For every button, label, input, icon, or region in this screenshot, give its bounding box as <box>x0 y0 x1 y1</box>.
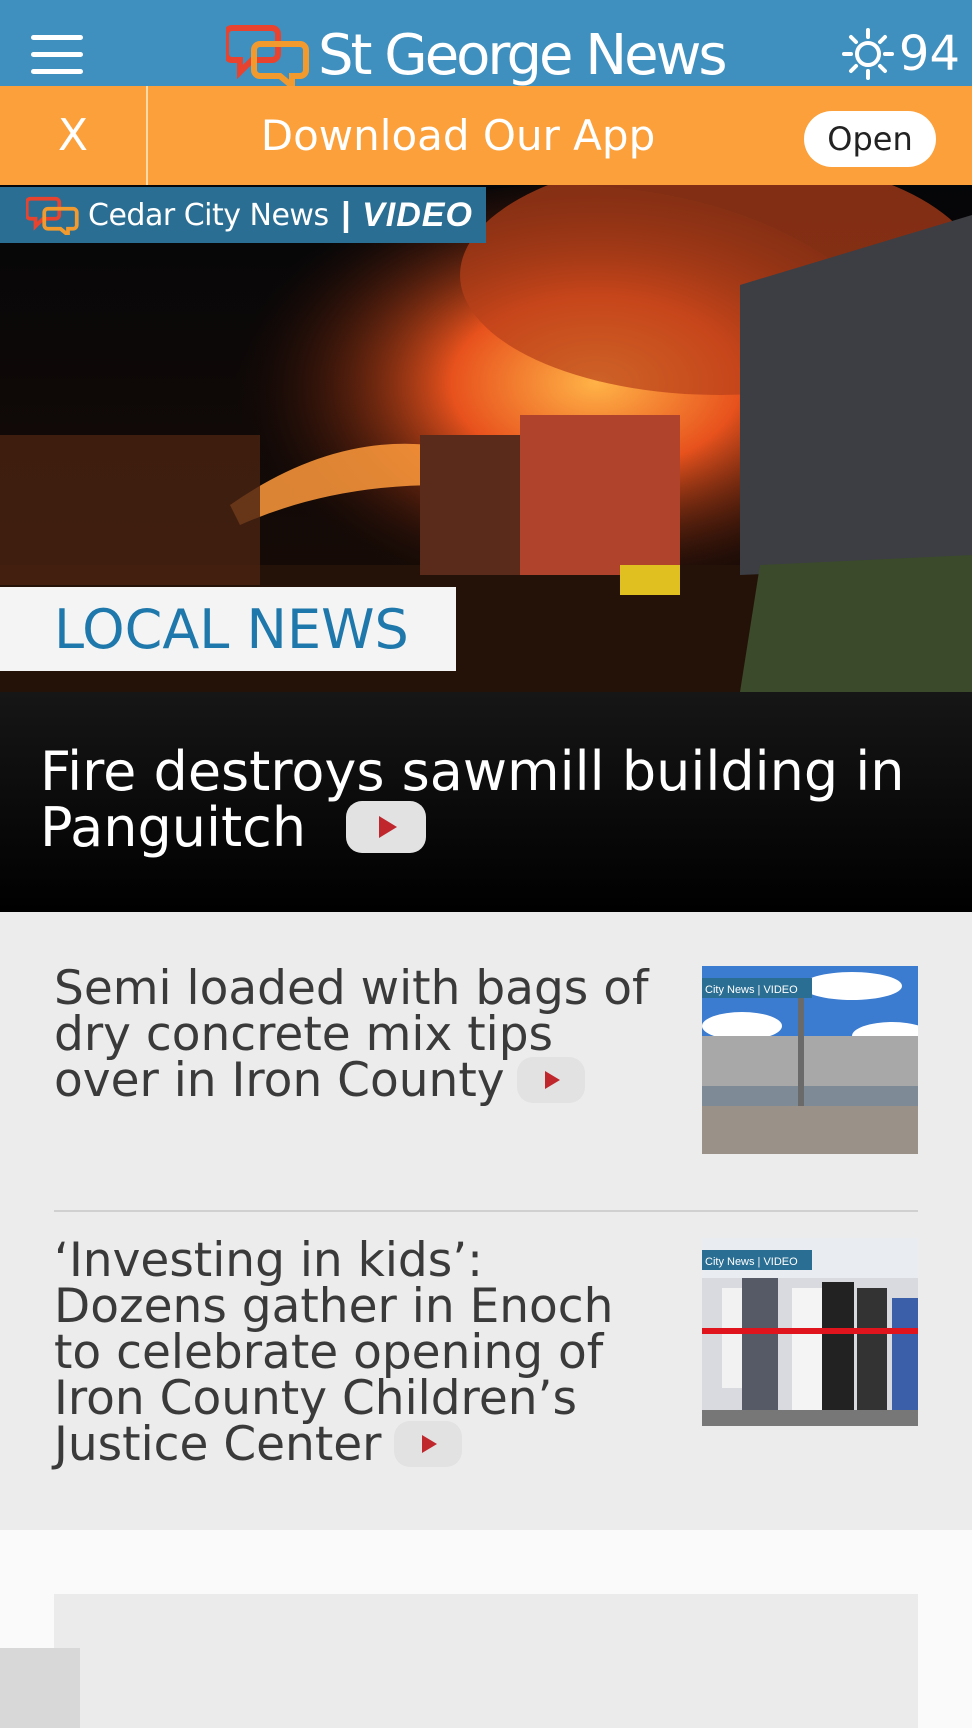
story-thumbnail[interactable]: City News | VIDEO <box>702 966 918 1154</box>
play-video-icon <box>346 801 427 854</box>
section-label-local-news[interactable]: LOCAL NEWS <box>0 587 456 671</box>
thumbnail-tag: City News | VIDEO <box>705 1256 798 1268</box>
chat-bubbles-icon <box>226 25 309 86</box>
thumbnail-tag: City News | VIDEO <box>705 984 798 996</box>
site-name: St George News <box>318 23 728 86</box>
story-title: Semi loaded with bags of dry concrete mi… <box>54 965 654 1107</box>
floating-tab[interactable] <box>0 1648 80 1728</box>
weather-temperature: 94 <box>898 26 960 82</box>
chat-bubbles-icon <box>26 196 79 235</box>
story-divider <box>54 1210 918 1212</box>
site-header: St George News 94 <box>0 0 972 86</box>
hero-story[interactable]: Cedar City News | VIDEO LOCAL NEWS <box>0 185 972 692</box>
banner-open-button[interactable]: Open <box>804 111 936 167</box>
story-item[interactable]: ‘Investing in kids’: Dozens gather in En… <box>54 1237 918 1488</box>
hero-headline-box: Fire destroys sawmill building in Pangui… <box>0 692 972 912</box>
banner-text: Download Our App <box>260 111 656 160</box>
video-tag-brand: Cedar City News <box>88 197 329 233</box>
weather-widget[interactable]: 94 <box>841 26 960 82</box>
play-video-icon <box>393 1420 462 1467</box>
sun-icon <box>841 28 894 80</box>
app-download-banner: X Download Our App Open <box>0 86 972 185</box>
hero-headline[interactable]: Fire destroys sawmill building in Pangui… <box>40 744 940 857</box>
play-video-icon <box>516 1056 585 1103</box>
story-title-text: ‘Investing in kids’: Dozens gather in En… <box>54 1233 614 1472</box>
story-thumbnail[interactable]: City News | VIDEO <box>702 1238 918 1426</box>
banner-close-button[interactable]: X <box>0 86 148 185</box>
hero-headline-text: Fire destroys sawmill building in Pangui… <box>40 740 905 859</box>
site-logo[interactable]: St George News <box>226 22 728 86</box>
video-tag: Cedar City News | VIDEO <box>0 187 486 243</box>
video-tag-separator: | <box>340 195 351 234</box>
hamburger-icon[interactable] <box>28 32 86 76</box>
video-tag-label: VIDEO <box>362 195 473 234</box>
story-title: ‘Investing in kids’: Dozens gather in En… <box>54 1237 654 1471</box>
story-item[interactable]: Semi loaded with bags of dry concrete mi… <box>54 965 918 1156</box>
ad-placeholder <box>54 1594 918 1728</box>
